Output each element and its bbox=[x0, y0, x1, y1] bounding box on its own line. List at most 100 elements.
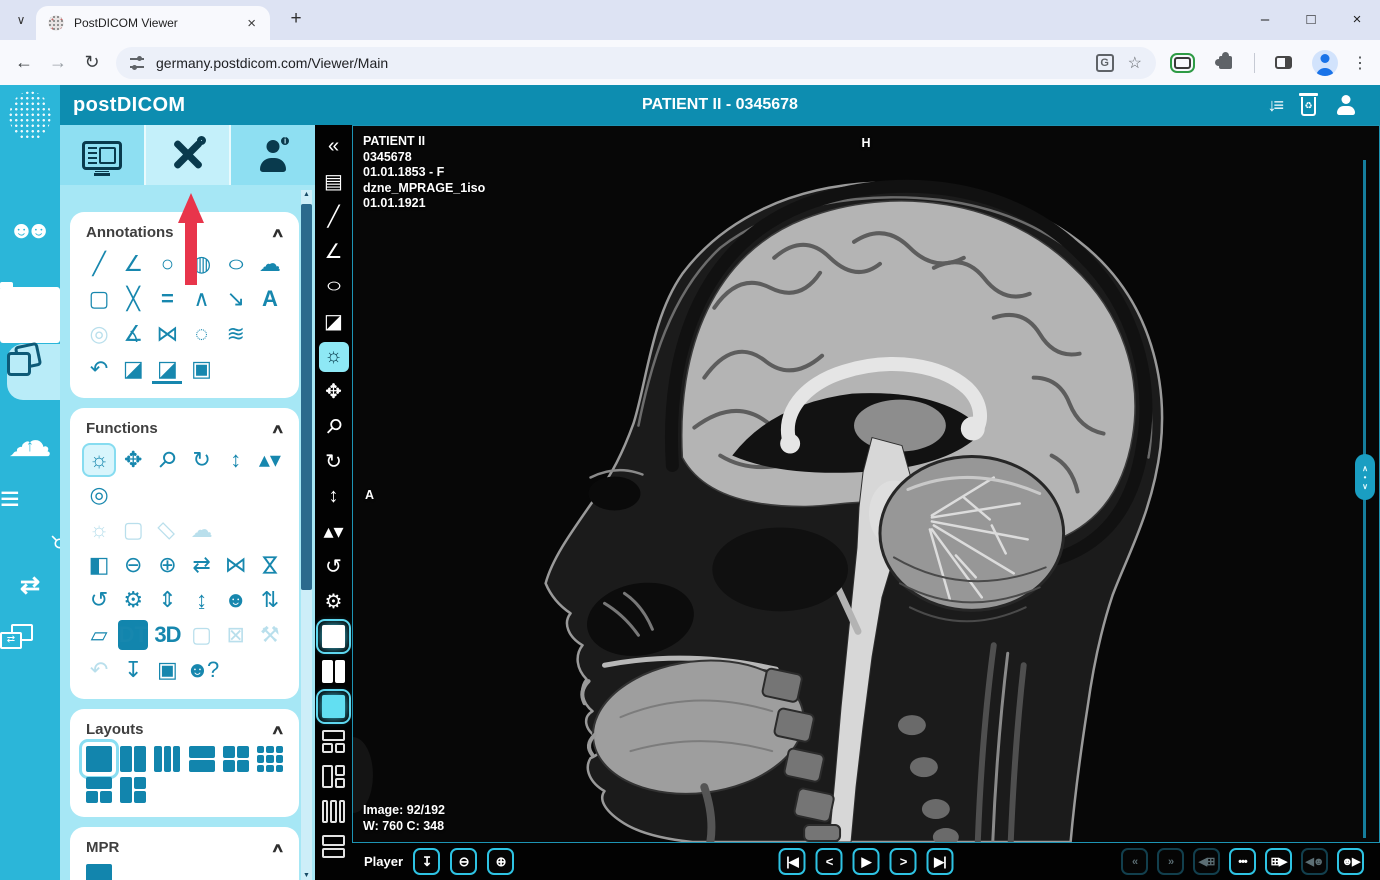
minimize-button[interactable]: – bbox=[1242, 0, 1288, 38]
roi-window-tool[interactable]: ☼ bbox=[84, 515, 114, 545]
image-viewport[interactable]: PATIENT II 0345678 01.01.1853 - F dzne_M… bbox=[352, 125, 1380, 843]
forward-button[interactable]: → bbox=[44, 52, 72, 73]
browser-menu-icon[interactable]: ⋮ bbox=[1350, 53, 1370, 73]
next-patient-button[interactable]: ☻▶ bbox=[1337, 848, 1364, 875]
account-button[interactable] bbox=[1336, 95, 1356, 115]
cobb-angle-tool[interactable]: ⋈ bbox=[152, 319, 182, 349]
panel-scrollbar[interactable]: ▲ ▼ bbox=[301, 190, 312, 880]
speed-down-button[interactable]: ⊖ bbox=[450, 848, 478, 875]
worklist-search-nav[interactable] bbox=[0, 480, 60, 544]
window-presets-tool[interactable]: ▴▾ bbox=[317, 514, 351, 549]
tab-tools[interactable] bbox=[145, 125, 232, 185]
play-button[interactable]: ▶ bbox=[852, 848, 880, 875]
scroll-down-icon[interactable]: ▼ bbox=[301, 872, 312, 879]
consult-tool[interactable]: ☻? bbox=[186, 655, 219, 685]
collapse-functions-icon[interactable]: ∧ bbox=[271, 421, 285, 437]
layout-1x2[interactable] bbox=[120, 746, 147, 772]
tab-patient-info[interactable] bbox=[231, 125, 315, 185]
flip-vertical-tool[interactable]: ⋈ bbox=[255, 550, 285, 580]
probe-tool[interactable]: ◎ bbox=[84, 319, 114, 349]
stack-scroll-tool[interactable]: ↕ bbox=[221, 445, 251, 475]
series-single-button[interactable] bbox=[316, 689, 351, 724]
collapse-mpr-icon[interactable]: ∧ bbox=[271, 840, 285, 856]
collapse-panel-button[interactable]: « bbox=[317, 129, 351, 164]
first-image-button[interactable]: |◀ bbox=[778, 848, 806, 875]
undo-annotation[interactable]: ↶ bbox=[84, 354, 114, 384]
previous-series-page-button[interactable]: ◀⊞ bbox=[1193, 848, 1220, 875]
layout-1left-2right-button[interactable] bbox=[322, 765, 345, 788]
image-scroll-thumb[interactable]: ∧ • ∨ bbox=[1355, 454, 1375, 500]
layout-2x1[interactable] bbox=[188, 746, 215, 772]
cross-ruler-tool[interactable]: ╳ bbox=[118, 284, 148, 314]
scrollbar-thumb[interactable] bbox=[301, 204, 312, 590]
mpr-layout[interactable] bbox=[86, 864, 113, 880]
region-window-tool[interactable]: ☁ bbox=[187, 515, 217, 545]
reset-window-tool[interactable]: ⚙ bbox=[118, 585, 148, 615]
save-annotations[interactable]: ▣ bbox=[187, 354, 217, 384]
open-angle-tool[interactable]: ∡ bbox=[118, 319, 148, 349]
layout-1x3-button[interactable] bbox=[322, 800, 345, 823]
layout-2x1-button[interactable] bbox=[322, 835, 345, 858]
layout-1top-2bottom[interactable] bbox=[86, 777, 113, 803]
spline-tool[interactable]: ≋ bbox=[221, 319, 251, 349]
patient-orientation-tool[interactable]: ☻ bbox=[221, 585, 251, 615]
reset-rotation-tool[interactable]: ↺ bbox=[317, 549, 351, 584]
images-nav[interactable] bbox=[7, 344, 60, 400]
collapse-annotations-icon[interactable]: ∧ bbox=[271, 225, 285, 241]
window-level-tool[interactable]: ☼ bbox=[84, 445, 115, 475]
collapse-layouts-icon[interactable]: ∧ bbox=[271, 722, 285, 738]
share-nav[interactable] bbox=[0, 624, 60, 680]
bookmark-star-icon[interactable]: ☆ bbox=[1128, 53, 1142, 73]
screen-capture-icon[interactable] bbox=[1170, 52, 1195, 73]
maximize-button[interactable]: □ bbox=[1288, 0, 1334, 38]
report-view-button[interactable]: ▤ bbox=[317, 164, 351, 199]
invert-tool[interactable]: ◧ bbox=[84, 550, 114, 580]
layout-3x3[interactable] bbox=[256, 746, 283, 772]
layout-1x3[interactable] bbox=[154, 746, 181, 772]
layout-1x1[interactable] bbox=[79, 739, 120, 779]
next-study-button[interactable]: » bbox=[1157, 848, 1184, 875]
previous-image-button[interactable]: < bbox=[815, 848, 843, 875]
rotate-tool[interactable]: ↻ bbox=[187, 445, 217, 475]
profile-avatar[interactable] bbox=[1312, 49, 1338, 76]
3d-tool[interactable]: 3D bbox=[152, 620, 182, 650]
folders-nav[interactable] bbox=[0, 282, 60, 343]
angle-tool[interactable]: ∠ bbox=[317, 234, 351, 269]
next-image-button[interactable]: > bbox=[889, 848, 917, 875]
adjust-tool[interactable]: ⚒ bbox=[255, 620, 285, 650]
reset-rotation-tool[interactable]: ↺ bbox=[84, 585, 114, 615]
reset-window-tool[interactable]: ⚙ bbox=[317, 584, 351, 619]
close-button[interactable]: × bbox=[1334, 0, 1380, 38]
freehand-tool[interactable]: ☁ bbox=[255, 249, 285, 279]
tab-search-chevron-icon[interactable]: ∨ bbox=[10, 9, 32, 31]
select-handles-tool[interactable]: ▢ bbox=[187, 620, 217, 650]
scroll-up-icon[interactable]: ▲ bbox=[301, 191, 312, 198]
last-image-button[interactable]: ▶| bbox=[926, 848, 954, 875]
stack-scroll-tool[interactable]: ↕ bbox=[317, 479, 351, 514]
fit-height-tool[interactable]: ⇕ bbox=[152, 585, 182, 615]
deleted-items-button[interactable] bbox=[1299, 93, 1318, 116]
address-bar[interactable]: germany.postdicom.com/Viewer/Main G ☆ bbox=[116, 46, 1156, 79]
layout-1top-2bottom-button[interactable] bbox=[322, 730, 345, 753]
next-series-page-button[interactable]: ⊞▶ bbox=[1265, 848, 1292, 875]
speed-up-button[interactable]: ⊕ bbox=[487, 848, 515, 875]
previous-study-button[interactable]: « bbox=[1121, 848, 1148, 875]
bone-tool[interactable]: ▭ bbox=[146, 509, 188, 551]
rectangle-tool[interactable]: ▢ bbox=[84, 284, 114, 314]
layout-2x2[interactable] bbox=[222, 746, 249, 772]
fit-width-tool[interactable]: ↨ bbox=[187, 585, 217, 615]
closed-freehand-tool[interactable]: ◌ bbox=[187, 319, 217, 349]
erase-annotation[interactable]: ◪ bbox=[118, 354, 148, 384]
patients-nav[interactable]: ☻☻ bbox=[0, 203, 60, 259]
undo-function[interactable]: ↶ bbox=[84, 655, 114, 685]
polyline-tool[interactable]: ∧ bbox=[187, 284, 217, 314]
extensions-icon[interactable] bbox=[1215, 52, 1232, 69]
mirror-tool[interactable]: ⋈ bbox=[221, 550, 251, 580]
save-image-tool[interactable]: ▣ bbox=[152, 655, 182, 685]
arrow-tool[interactable]: ↘ bbox=[221, 284, 251, 314]
window-presets-tool[interactable]: ▴▾ bbox=[255, 445, 285, 475]
ruler-tool[interactable]: ╱ bbox=[317, 199, 351, 234]
parallel-lines-tool[interactable]: = bbox=[152, 284, 182, 314]
localizer-tool[interactable]: ◎ bbox=[84, 480, 114, 510]
previous-patient-button[interactable]: ◀☻ bbox=[1301, 848, 1328, 875]
